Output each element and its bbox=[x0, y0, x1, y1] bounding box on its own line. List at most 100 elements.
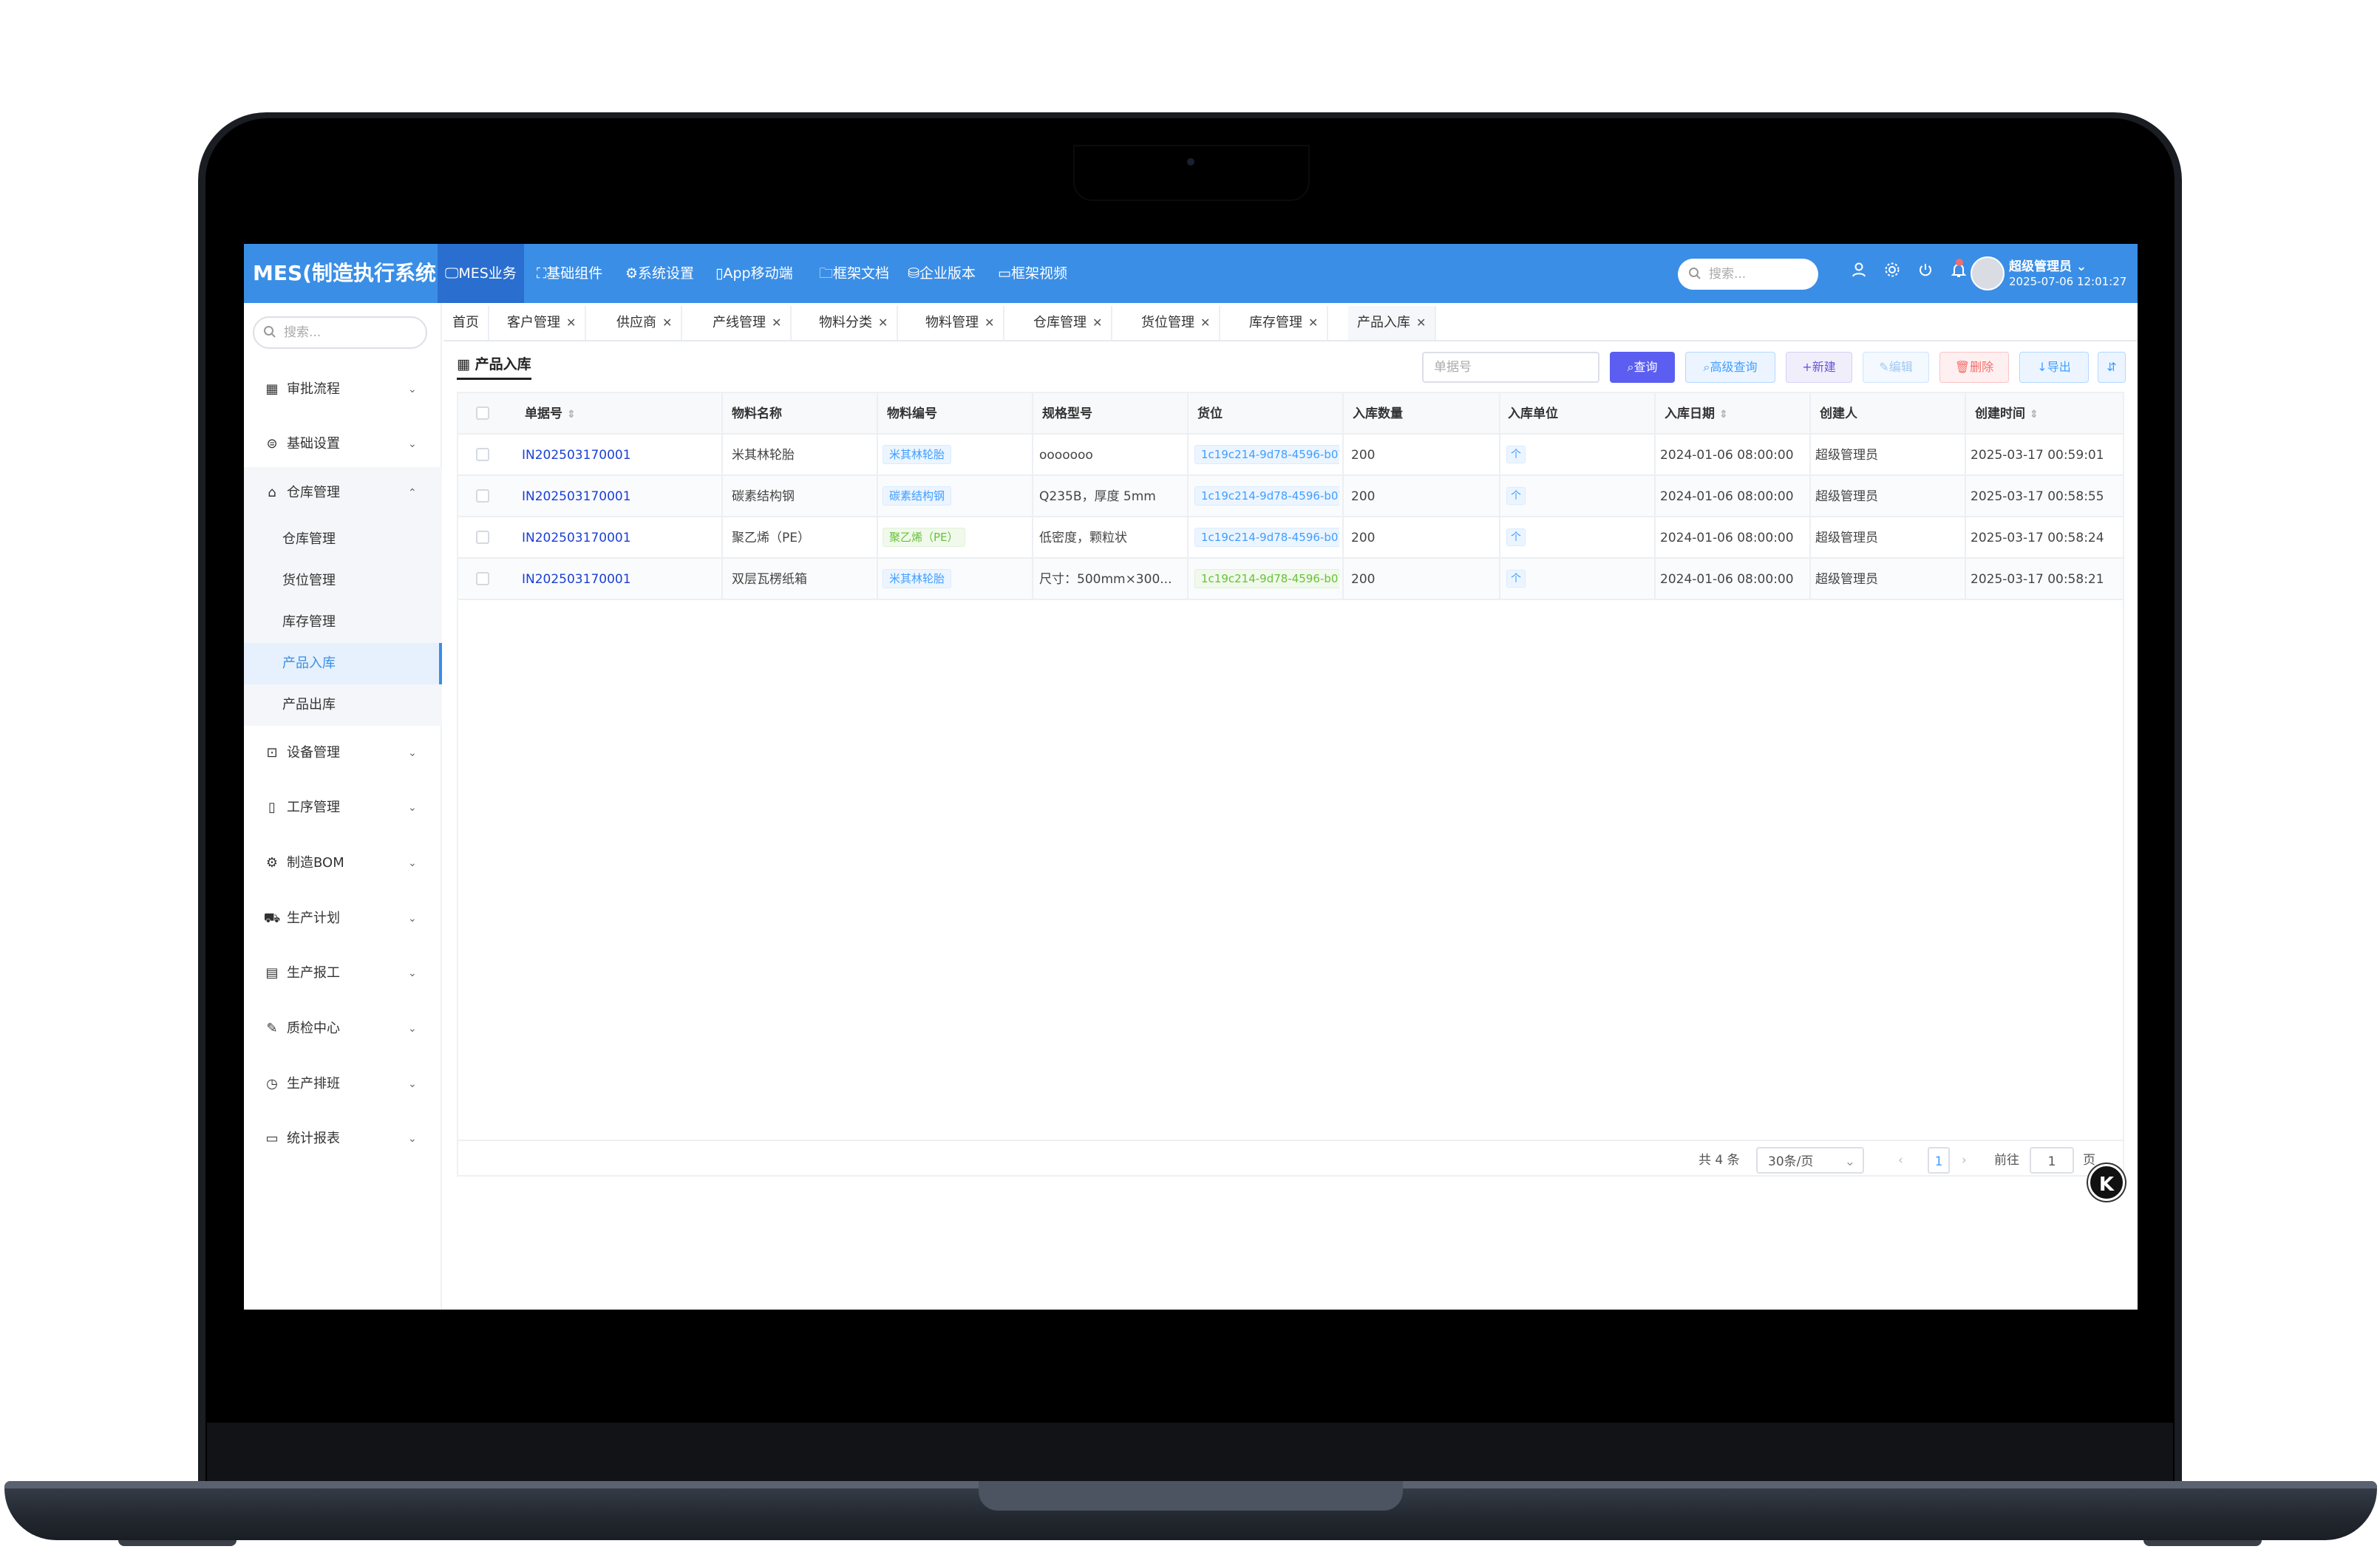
tab-material[interactable]: 物料管理 ✕ bbox=[917, 306, 1005, 340]
sort-icon[interactable]: ⇕ bbox=[567, 409, 576, 421]
order-number-link[interactable]: IN202503170001 bbox=[522, 559, 721, 600]
table-row[interactable]: IN202503170001 碳素结构钢 碳素结构钢 Q235B，厚度 5mm … bbox=[458, 476, 2123, 517]
page-title: ▦ 产品入库 bbox=[457, 353, 531, 380]
user-icon[interactable] bbox=[1848, 262, 1870, 284]
column-divider bbox=[1965, 393, 1966, 600]
sidebar-item-approval-flow[interactable]: ▦ 审批流程 ⌄ bbox=[244, 365, 442, 414]
column-divider bbox=[1809, 393, 1811, 600]
sidebar-item-statistics[interactable]: ▭ 统计报表 ⌄ bbox=[244, 1114, 442, 1163]
close-icon[interactable]: ✕ bbox=[878, 316, 888, 330]
sort-icon[interactable]: ⇕ bbox=[2030, 409, 2039, 421]
column-header-spec: 规格型号 bbox=[1042, 406, 1092, 421]
process-icon: ▯ bbox=[268, 800, 276, 815]
order-number-input[interactable]: 单据号 bbox=[1422, 352, 1599, 383]
table-row[interactable]: IN202503170001 米其林轮胎 米其林轮胎 ooooooo 1c19c… bbox=[458, 435, 2123, 476]
sidebar-item-basic-settings[interactable]: ⊜ 基础设置 ⌄ bbox=[244, 420, 442, 469]
power-icon[interactable] bbox=[1914, 262, 1937, 284]
column-header-label: 创建时间 bbox=[1975, 406, 2025, 421]
close-icon[interactable]: ✕ bbox=[772, 316, 781, 330]
tab-inventory[interactable]: 库存管理 ✕ bbox=[1240, 306, 1329, 340]
sidebar-search-input[interactable]: 搜索... bbox=[253, 316, 427, 349]
sort-icon[interactable]: ⇕ bbox=[1719, 409, 1728, 421]
top-search-input[interactable]: 搜索... bbox=[1678, 259, 1818, 290]
close-icon[interactable]: ✕ bbox=[1200, 316, 1210, 330]
table-row[interactable]: IN202503170001 聚乙烯（PE） 聚乙烯（PE） 低密度，颗粒状 1… bbox=[458, 517, 2123, 559]
column-header-inbound-date[interactable]: 入库日期 ⇕ bbox=[1665, 393, 1728, 435]
create-button[interactable]: +新建 bbox=[1786, 352, 1852, 383]
tab-supplier[interactable]: 供应商 ✕ bbox=[608, 306, 683, 340]
close-icon[interactable]: ✕ bbox=[662, 316, 672, 330]
chevron-down-icon: ⌄ bbox=[408, 384, 417, 395]
close-icon[interactable]: ✕ bbox=[1308, 316, 1318, 330]
tab-material-category[interactable]: 物料分类 ✕ bbox=[810, 306, 899, 340]
export-button[interactable]: ↓导出 bbox=[2019, 352, 2089, 383]
query-button[interactable]: ⌕查询 bbox=[1610, 352, 1675, 383]
nav-enterprise-edition[interactable]: ⛁企业版本 bbox=[900, 244, 983, 303]
material-code: 聚乙烯（PE） bbox=[883, 517, 1030, 559]
order-number-link[interactable]: IN202503170001 bbox=[522, 517, 721, 559]
nav-framework-videos[interactable]: ▭框架视频 bbox=[990, 244, 1075, 303]
sidebar-item-scheduling[interactable]: ◷ 生产排班 ⌄ bbox=[244, 1060, 442, 1109]
next-page-button[interactable]: › bbox=[1962, 1147, 1967, 1174]
tab-location[interactable]: 货位管理 ✕ bbox=[1132, 306, 1221, 340]
sidebar-item-equipment[interactable]: ⊡ 设备管理 ⌄ bbox=[244, 729, 442, 777]
location-tag: 1c19c214-9d78-4596-b07f bbox=[1194, 445, 1339, 464]
close-icon[interactable]: ✕ bbox=[1416, 316, 1426, 330]
tab-customer[interactable]: 客户管理 ✕ bbox=[498, 306, 587, 340]
column-header-order-no[interactable]: 单据号 ⇕ bbox=[525, 393, 576, 435]
sidebar-subitem-inventory[interactable]: 库存管理 bbox=[244, 602, 442, 643]
order-number-link[interactable]: IN202503170001 bbox=[522, 435, 721, 476]
row-checkbox[interactable] bbox=[476, 531, 489, 544]
select-all-checkbox[interactable] bbox=[476, 406, 489, 420]
tab-production-line[interactable]: 产线管理 ✕ bbox=[704, 306, 792, 340]
settings-gear-icon[interactable] bbox=[1881, 262, 1903, 284]
sidebar-subitem-product-inbound[interactable]: 产品入库 bbox=[244, 643, 442, 684]
floating-assistant-button[interactable]: K bbox=[2088, 1164, 2125, 1201]
page-size-select[interactable]: 30条/页 ⌄ bbox=[1756, 1147, 1864, 1174]
sidebar-item-bom[interactable]: ⚙ 制造BOM ⌄ bbox=[244, 839, 442, 888]
nav-system-settings[interactable]: ⚙系统设置 bbox=[618, 244, 701, 303]
prev-page-button[interactable]: ‹ bbox=[1898, 1147, 1903, 1174]
unit: 个 bbox=[1506, 517, 1654, 559]
tab-home[interactable]: 首页 bbox=[443, 306, 489, 340]
nav-framework-docs[interactable]: 🗀框架文档 bbox=[812, 244, 897, 303]
column-header-created-time[interactable]: 创建时间 ⇕ bbox=[1975, 393, 2039, 435]
material-name: 碳素结构钢 bbox=[732, 489, 795, 504]
row-checkbox[interactable] bbox=[476, 489, 489, 503]
close-icon[interactable]: ✕ bbox=[1092, 316, 1102, 330]
sidebar-item-production-report[interactable]: ▤ 生产报工 ⌄ bbox=[244, 949, 442, 998]
sort-button[interactable]: ⇵ bbox=[2098, 352, 2126, 383]
row-checkbox[interactable] bbox=[476, 448, 489, 461]
creator: 超级管理员 bbox=[1815, 572, 1878, 587]
advanced-query-button[interactable]: ⌕高级查询 bbox=[1685, 352, 1775, 383]
table-row[interactable]: IN202503170001 双层瓦楞纸箱 米其林轮胎 尺寸：500mm×300… bbox=[458, 559, 2123, 600]
close-icon[interactable]: ✕ bbox=[566, 316, 576, 330]
app-brand[interactable]: MES(制造执行系统) bbox=[253, 244, 446, 303]
close-icon[interactable]: ✕ bbox=[985, 316, 994, 330]
page-number-current[interactable]: 1 bbox=[1928, 1147, 1950, 1174]
compass-icon: ◷ bbox=[266, 1076, 278, 1092]
laptop-foot-right bbox=[2143, 1540, 2262, 1546]
order-number-link[interactable]: IN202503170001 bbox=[522, 476, 721, 517]
unit-tag: 个 bbox=[1506, 570, 1526, 588]
nav-basic-components[interactable]: ⛶基础组件 bbox=[529, 244, 610, 303]
delete-button[interactable]: 🗑删除 bbox=[1939, 352, 2009, 383]
tab-product-inbound[interactable]: 产品入库 ✕ bbox=[1348, 306, 1437, 340]
tab-warehouse[interactable]: 仓库管理 ✕ bbox=[1024, 306, 1113, 340]
sidebar-item-warehouse[interactable]: ⌂ 仓库管理 ⌃ bbox=[244, 467, 442, 519]
sidebar-item-process[interactable]: ▯ 工序管理 ⌄ bbox=[244, 783, 442, 832]
user-login-time: 2025-07-06 12:01:27 bbox=[2009, 275, 2127, 288]
sidebar-subitem-warehouse[interactable]: 仓库管理 bbox=[244, 519, 442, 560]
goto-page-input[interactable]: 1 bbox=[2030, 1147, 2074, 1174]
sidebar-subitem-product-outbound[interactable]: 产品出库 bbox=[244, 684, 442, 726]
sidebar-subitem-location[interactable]: 货位管理 bbox=[244, 560, 442, 602]
user-name[interactable]: 超级管理员 ⌄ bbox=[2009, 256, 2087, 274]
nav-mes-business[interactable]: 🖵MES业务 bbox=[438, 244, 524, 303]
avatar[interactable] bbox=[1971, 256, 2005, 290]
nav-app-mobile[interactable]: ▯App移动端 bbox=[708, 244, 800, 303]
row-checkbox[interactable] bbox=[476, 572, 489, 585]
search-icon bbox=[264, 326, 276, 338]
sidebar-item-production-plan[interactable]: ⛟ 生产计划 ⌄ bbox=[244, 894, 442, 943]
sidebar-item-quality[interactable]: ✎ 质检中心 ⌄ bbox=[244, 1004, 442, 1053]
edit-button[interactable]: ✎编辑 bbox=[1863, 352, 1929, 383]
